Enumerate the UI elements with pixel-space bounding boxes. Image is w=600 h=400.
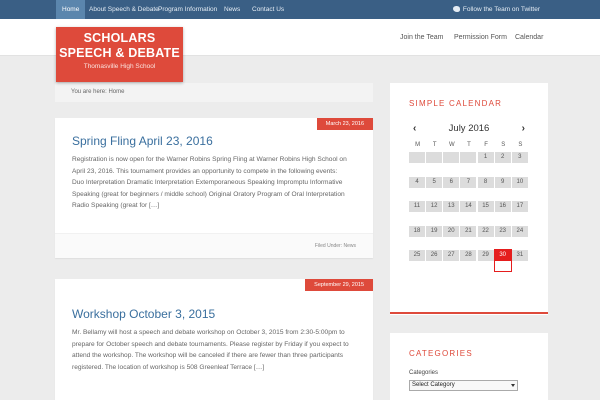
calendar-widget: SIMPLE CALENDAR ‹ July 2016 › MTWTFSS123…: [390, 83, 548, 315]
calendar-day[interactable]: 21: [460, 225, 477, 237]
calendar-day[interactable]: 5: [426, 176, 443, 188]
excerpt-line: Mr. Bellamy will host a speech and debat…: [72, 329, 345, 336]
nav-home[interactable]: Home: [56, 0, 86, 19]
calendar-weekday: S: [501, 142, 506, 148]
calendar-header: ‹ July 2016 ›: [409, 123, 529, 137]
excerpt-line: April 23, 2016. This tournament provides…: [72, 167, 338, 175]
calendar-weekday: T: [467, 142, 471, 148]
post-excerpt: Mr. Bellamy will host a speech and debat…: [72, 327, 356, 373]
categories-select[interactable]: Select Category: [409, 380, 518, 391]
calendar-day[interactable]: 19: [426, 225, 443, 237]
post-card: September 29, 2015 Workshop October 3, 2…: [55, 279, 373, 400]
post-excerpt: Registration is now open for the Warner …: [72, 154, 356, 212]
calendar-weekday: S: [518, 142, 523, 148]
excerpt-line: Duo Interpretation Dramatic Interpretati…: [72, 179, 343, 186]
twitter-icon: [452, 6, 460, 12]
header-nav-permission[interactable]: Permission Form: [454, 19, 507, 56]
excerpt-line: Registration is now open for the Warner …: [72, 156, 347, 163]
post-title[interactable]: Workshop October 3, 2015: [72, 307, 215, 321]
calendar-day[interactable]: 7: [460, 176, 477, 188]
header-nav-join[interactable]: Join the Team: [400, 19, 443, 56]
calendar-day[interactable]: 18: [409, 225, 425, 237]
calendar-today-outline: [493, 249, 512, 272]
calendar-day[interactable]: 27: [443, 250, 460, 261]
calendar-day[interactable]: 29: [477, 250, 494, 261]
top-nav: Home About Speech & Debate Program Infor…: [0, 0, 600, 19]
nav-about[interactable]: About Speech & Debate: [89, 0, 159, 19]
excerpt-line: registered. The location of workshop is …: [72, 363, 265, 371]
calendar-day[interactable]: 22: [477, 225, 494, 237]
calendar-empty-cell: [460, 152, 477, 163]
categories-widget-title: CATEGORIES: [409, 349, 473, 358]
header-nav-calendar[interactable]: Calendar: [515, 19, 543, 56]
excerpt-line: Radio Speaking (great for […]: [72, 202, 160, 209]
calendar-day[interactable]: 23: [494, 225, 511, 237]
calendar-day[interactable]: 3: [511, 152, 528, 163]
categories-label: Categories: [409, 370, 439, 376]
post-filed-under[interactable]: Filed Under: News: [55, 233, 373, 258]
calendar-day[interactable]: 26: [426, 250, 443, 261]
calendar-day[interactable]: 8: [477, 176, 494, 188]
calendar-day[interactable]: 31: [511, 250, 528, 261]
calendar-weekday: W: [448, 142, 455, 148]
calendar-day[interactable]: 10: [511, 176, 528, 188]
excerpt-line: prepare for October speech and debate to…: [72, 340, 349, 348]
twitter-link[interactable]: Follow the Team on Twitter: [452, 0, 540, 19]
calendar-day[interactable]: 25: [409, 250, 425, 261]
calendar-month: July 2016: [448, 123, 490, 134]
site-logo[interactable]: SCHOLARS SPEECH & DEBATE Thomasville Hig…: [56, 27, 183, 82]
calendar-day[interactable]: 11: [409, 201, 425, 212]
nav-contact[interactable]: Contact Us: [252, 0, 284, 19]
calendar-day[interactable]: 14: [460, 201, 477, 212]
calendar-day[interactable]: 9: [494, 176, 511, 188]
twitter-label: Follow the Team on Twitter: [462, 6, 540, 13]
calendar-weekday: F: [484, 142, 488, 148]
calendar-day[interactable]: 16: [494, 201, 511, 212]
post-date-badge: March 23, 2016: [316, 118, 373, 130]
calendar-empty-cell: [426, 152, 443, 163]
post-card: March 23, 2016 Spring Fling April 23, 20…: [55, 118, 373, 258]
post-date-badge: September 29, 2015: [305, 279, 373, 291]
calendar-day[interactable]: 12: [426, 201, 443, 212]
post-title[interactable]: Spring Fling April 23, 2016: [72, 134, 213, 148]
calendar-day[interactable]: 17: [511, 201, 528, 212]
calendar-weekday: M: [415, 142, 421, 148]
excerpt-line: Speaking (great for beginners / middle s…: [72, 190, 345, 198]
calendar-day[interactable]: 2: [494, 152, 511, 163]
chevron-down-icon: [511, 384, 515, 387]
excerpt-line: attend the workshop. The workshop will b…: [72, 352, 344, 359]
logo-line-1: SCHOLARS: [83, 31, 156, 45]
calendar-empty-cell: [443, 152, 460, 163]
calendar-day[interactable]: 4: [409, 176, 425, 188]
logo-line-2: SPEECH & DEBATE: [59, 46, 180, 60]
categories-widget: CATEGORIES Categories Select Category: [390, 333, 548, 400]
logo-subtitle: Thomasville High School: [83, 63, 156, 70]
breadcrumb: You are here: Home: [55, 83, 373, 102]
calendar-widget-title: SIMPLE CALENDAR: [409, 99, 503, 108]
calendar-day[interactable]: 24: [511, 225, 528, 237]
nav-news[interactable]: News: [224, 0, 240, 19]
calendar-day[interactable]: 13: [443, 201, 460, 212]
chevron-right-icon[interactable]: ›: [522, 123, 525, 135]
calendar-day[interactable]: 28: [460, 250, 477, 261]
widget-accent-line: [390, 312, 548, 314]
calendar-empty-cell: [409, 152, 425, 163]
categories-selected-value: Select Category: [412, 382, 455, 388]
calendar-weekday: T: [432, 142, 437, 148]
calendar-day[interactable]: 20: [443, 225, 460, 237]
calendar-day[interactable]: 1: [477, 152, 494, 163]
nav-program-information[interactable]: Program Information: [158, 0, 217, 19]
calendar-day[interactable]: 15: [477, 201, 494, 212]
calendar-day[interactable]: 6: [443, 176, 460, 188]
